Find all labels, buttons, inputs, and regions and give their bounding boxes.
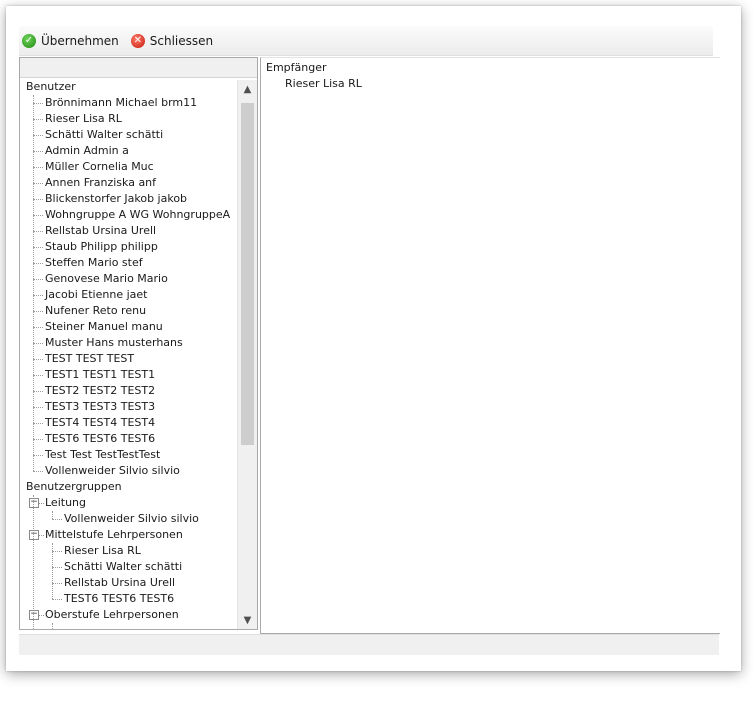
tree-connector-line [33, 327, 43, 328]
tree-user-item[interactable]: Rieser Lisa RL [45, 111, 122, 127]
tree-connector-line [33, 359, 43, 360]
scroll-down-icon[interactable]: ▼ [238, 613, 257, 629]
tree-connector-line [33, 263, 43, 264]
user-tree[interactable]: Benutzer Brönnimann Michael brm11 Rieser L… [20, 79, 237, 629]
tree-header [20, 58, 257, 78]
tree-group-item[interactable]: Leitung [45, 495, 86, 511]
recipients-title: Empfänger [266, 61, 327, 74]
tree-connector-line [33, 279, 43, 280]
tree-root-users[interactable]: Benutzer [26, 79, 76, 95]
tree-connector-line [33, 343, 43, 344]
tree-connector-line [52, 583, 62, 584]
tree-scrollbar[interactable]: ▲ ▼ [237, 80, 257, 629]
tree-connector-line [33, 231, 43, 232]
tree-user-item[interactable]: Steiner Manuel manu [45, 319, 163, 335]
tree-connector-line [52, 519, 62, 520]
tree-user-item[interactable]: Staub Philipp philipp [45, 239, 158, 255]
tree-user-item[interactable]: Genovese Mario Mario [45, 271, 168, 287]
recipients-pane: Empfänger Rieser Lisa RL [260, 57, 720, 634]
tree-connector-line [33, 119, 43, 120]
tree-user-item[interactable]: Müller Cornelia Muc [45, 159, 154, 175]
tree-connector-line [33, 423, 43, 424]
apply-button-label: Übernehmen [41, 33, 119, 48]
tree-group-member[interactable]: Schätti Walter schätti [64, 559, 182, 575]
tree-user-item[interactable]: Test Test TestTestTest [45, 447, 160, 463]
tree-group-item[interactable]: Mittelstufe Lehrpersonen [45, 527, 183, 543]
tree-connector-line [33, 407, 43, 408]
recipient-item[interactable]: Rieser Lisa RL [285, 76, 362, 92]
tree-user-item[interactable]: Brönnimann Michael brm11 [45, 95, 197, 111]
tree-connector-line [33, 103, 43, 104]
tree-user-item[interactable]: TEST TEST TEST [45, 351, 134, 367]
tree-user-item[interactable]: Muster Hans musterhans [45, 335, 183, 351]
tree-group-member[interactable]: Rieser Lisa RL [64, 543, 141, 559]
tree-group-member[interactable]: TEST6 TEST6 TEST6 [64, 591, 174, 607]
tree-user-item[interactable]: Blickenstorfer Jakob jakob [45, 191, 187, 207]
tree-group-member[interactable]: Rellstab Ursina Urell [64, 575, 175, 591]
tree-connector-line [33, 135, 43, 136]
toolbar: ✓ Übernehmen ✕ Schliessen [19, 26, 713, 56]
status-bar [19, 634, 719, 655]
tree-connector-line [33, 295, 43, 296]
tree-group-item[interactable]: Oberstufe Lehrpersonen [45, 607, 179, 623]
tree-connector-line [33, 167, 43, 168]
apply-button[interactable]: ✓ Übernehmen [22, 30, 123, 52]
tree-connector-line [33, 311, 43, 312]
tree-user-item[interactable]: Jacobi Etienne jaet [45, 287, 147, 303]
tree-root-user-groups[interactable]: Benutzergruppen [26, 479, 122, 495]
tree-user-item[interactable]: Vollenweider Silvio silvio [45, 463, 180, 479]
tree-connector-line [52, 543, 53, 599]
tree-connector-line [52, 551, 62, 552]
tree-user-item[interactable]: TEST2 TEST2 TEST2 [45, 383, 155, 399]
user-tree-pane: Benutzer Brönnimann Michael brm11 Rieser L… [19, 57, 258, 630]
tree-user-item[interactable]: Admin Admin a [45, 143, 129, 159]
tree-user-item[interactable]: TEST3 TEST3 TEST3 [45, 399, 155, 415]
tree-user-item[interactable]: Nufener Reto renu [45, 303, 146, 319]
tree-connector-line [52, 599, 62, 600]
tree-connector-line [33, 95, 34, 471]
tree-connector-line [52, 623, 53, 629]
cancel-circle-icon: ✕ [130, 33, 145, 48]
check-circle-icon: ✓ [22, 33, 36, 48]
tree-connector-line [33, 391, 43, 392]
tree-connector-line [33, 471, 43, 472]
close-button[interactable]: ✕ Schliessen [130, 30, 217, 52]
tree-user-item[interactable]: Annen Franziska anf [45, 175, 156, 191]
tree-collapse-icon[interactable]: − [29, 610, 39, 620]
tree-connector-line [33, 199, 43, 200]
tree-user-item[interactable]: Steffen Mario stef [45, 255, 143, 271]
tree-connector-line [33, 247, 43, 248]
tree-connector-line [33, 215, 43, 216]
tree-user-item[interactable]: Rellstab Ursina Urell [45, 223, 156, 239]
tree-connector-line [52, 567, 62, 568]
tree-connector-line [33, 183, 43, 184]
tree-connector-line [33, 439, 43, 440]
tree-group-member[interactable]: Vollenweider Silvio silvio [64, 511, 199, 527]
tree-user-item[interactable]: TEST4 TEST4 TEST4 [45, 415, 155, 431]
scrollbar-thumb[interactable] [241, 103, 254, 445]
tree-user-item[interactable]: Schätti Walter schätti [45, 127, 163, 143]
tree-connector-line [33, 375, 43, 376]
tree-user-item[interactable]: TEST6 TEST6 TEST6 [45, 431, 155, 447]
tree-user-item[interactable]: TEST1 TEST1 TEST1 [45, 367, 155, 383]
close-button-label: Schliessen [149, 33, 214, 48]
tree-user-item[interactable]: Wohngruppe A WG WohngruppeA [45, 207, 230, 223]
tree-connector-line [52, 511, 53, 519]
tree-connector-line [33, 495, 34, 629]
tree-connector-line [33, 151, 43, 152]
scroll-up-icon[interactable]: ▲ [238, 82, 257, 98]
tree-collapse-icon[interactable]: − [29, 530, 39, 540]
tree-connector-line [33, 455, 43, 456]
tree-collapse-icon[interactable]: − [29, 498, 39, 508]
